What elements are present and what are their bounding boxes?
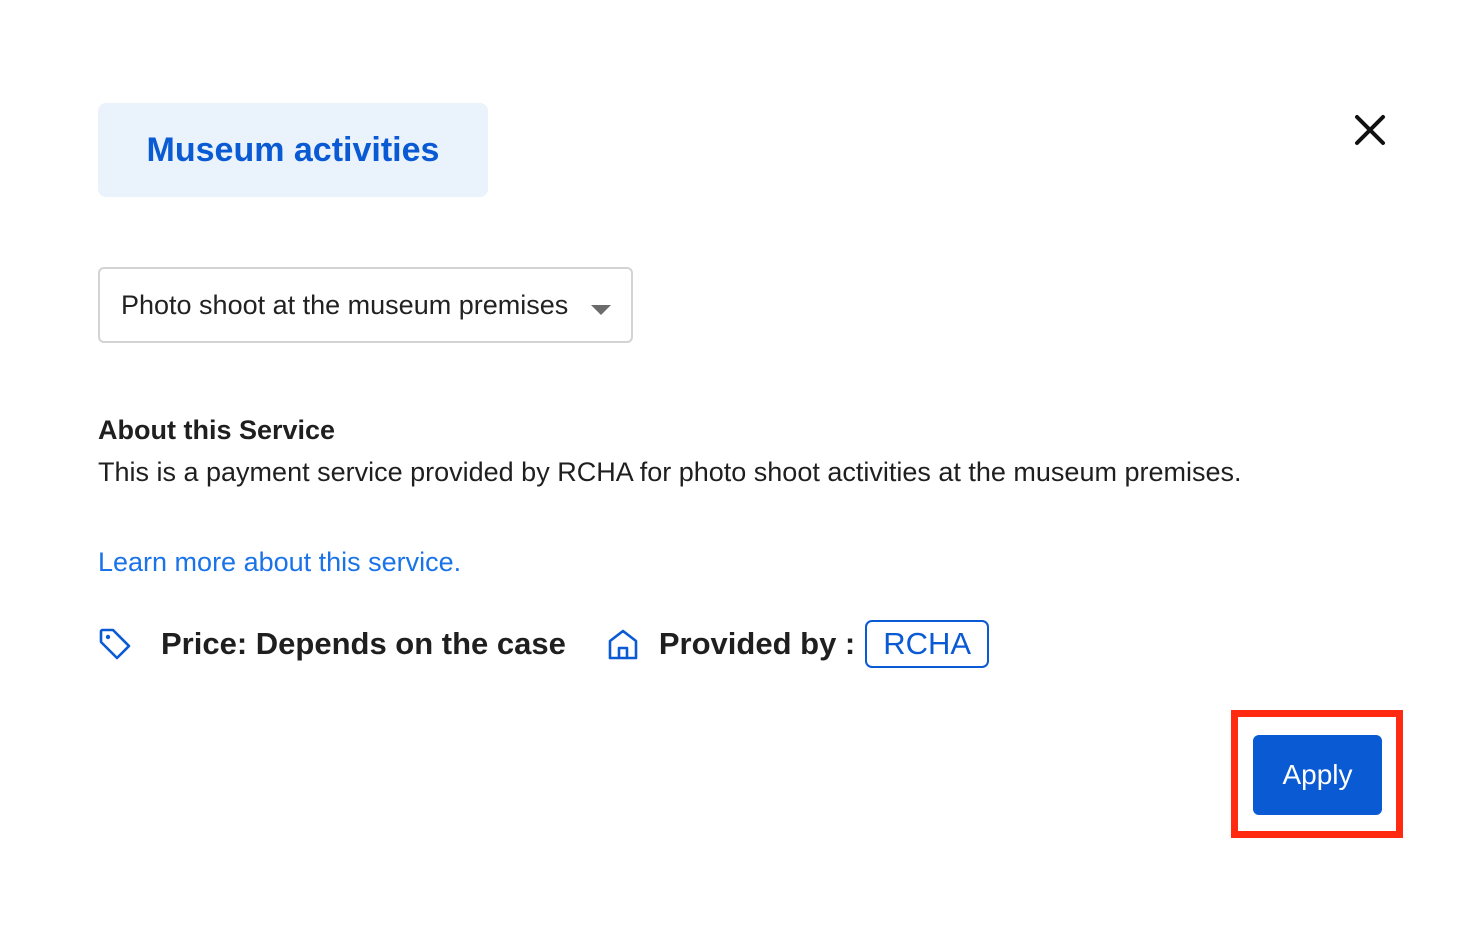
service-dialog: Museum activities Photo shoot at the mus… — [0, 0, 1462, 932]
price-label: Price: Depends on the case — [161, 626, 566, 661]
close-button[interactable] — [1348, 108, 1392, 152]
about-description: This is a payment service provided by RC… — [98, 457, 1242, 487]
category-chip: Museum activities — [98, 103, 488, 197]
about-heading: About this Service — [98, 415, 336, 445]
caret-down-icon — [591, 305, 611, 315]
service-meta: Price: Depends on the case Provided by :… — [98, 620, 990, 668]
service-select[interactable]: Photo shoot at the museum premises — [98, 267, 633, 343]
category-label: Museum activities — [146, 130, 440, 169]
close-icon — [1355, 115, 1385, 145]
tag-icon — [98, 627, 132, 661]
provider-badge[interactable]: RCHA — [865, 620, 990, 668]
learn-more-link[interactable]: Learn more about this service. — [98, 547, 461, 578]
provider-label: Provided by : — [658, 626, 856, 661]
home-icon — [606, 627, 640, 661]
apply-button[interactable]: Apply — [1253, 735, 1382, 815]
service-select-value: Photo shoot at the museum premises — [121, 289, 569, 320]
